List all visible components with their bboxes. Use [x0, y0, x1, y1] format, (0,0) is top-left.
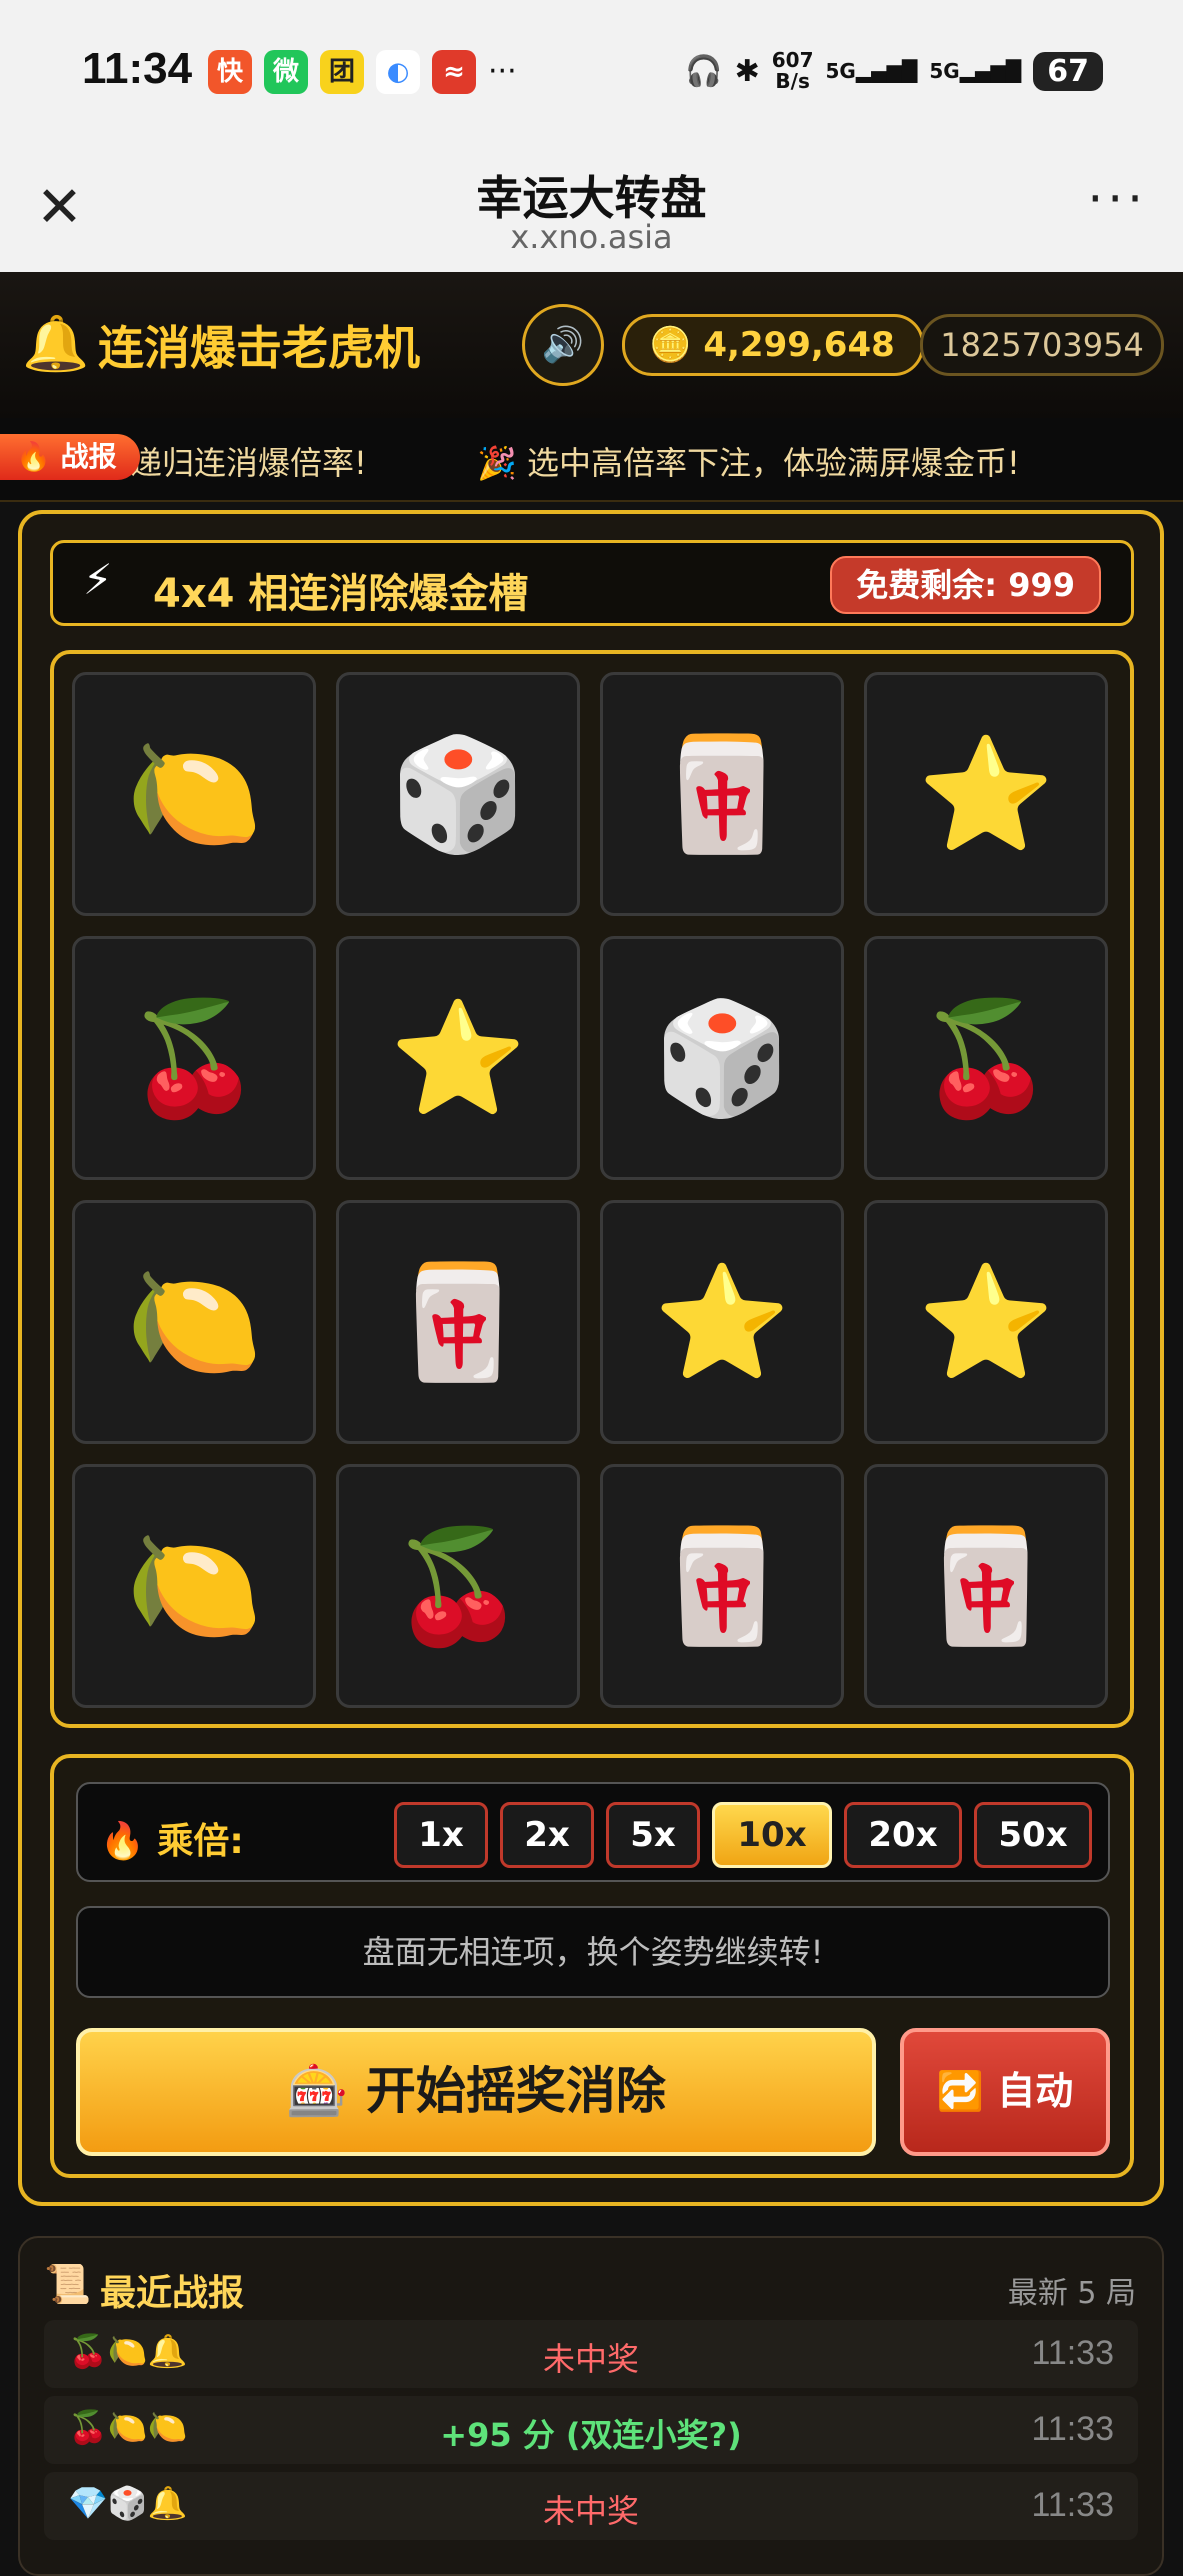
history-result: 未中奖	[542, 2492, 639, 2530]
app-name: 连消爆击老虎机	[98, 321, 420, 375]
slot-cell: 🀄	[600, 1464, 844, 1708]
history-count: 最新 5 局	[1007, 2276, 1136, 2311]
ticker-message: 🎉 选中高倍率下注，体验满屏爆金币!	[477, 444, 1020, 482]
browser-topbar: ✕ 幸运大转盘 x.xno.asia ···	[0, 150, 1183, 273]
history-time: 11:33	[1031, 2410, 1114, 2448]
slot-cell: 🍋	[72, 1464, 316, 1708]
bell-logo-icon: 🔔	[22, 312, 90, 375]
panel-title: 4x4 相连消除爆金槽	[153, 571, 529, 617]
slot-grid: 🍋 🎲 🀄 ⭐ 🍒 ⭐ 🎲 🍒 🍋 🀄 ⭐ ⭐ 🍋 🍒 🀄 🀄	[50, 650, 1134, 1728]
history-time: 11:33	[1031, 2334, 1114, 2372]
sound-toggle-button[interactable]: 🔊	[522, 304, 604, 386]
history-result: +95 分 (双连小奖?)	[440, 2416, 742, 2454]
auto-spin-button[interactable]: 🔁 自动	[900, 2028, 1110, 2156]
multiplier-label: 🔥 乘倍:	[100, 1821, 244, 1862]
panel-header: ⚡ 4x4 相连消除爆金槽 免费剩余: 999	[50, 540, 1134, 626]
app-icon-meituan: 团	[320, 50, 364, 94]
slot-cell: 🍋	[72, 672, 316, 916]
history-row: 💎🎲🔔 未中奖 11:33	[44, 2472, 1138, 2540]
speaker-icon: 🔊	[541, 325, 585, 365]
app-icon-pinwheel: ◐	[376, 50, 420, 94]
multiplier-options: 1x 2x 5x 10x 20x 50x	[394, 1802, 1092, 1868]
scroll-icon: 📜	[44, 2262, 92, 2306]
more-menu-icon[interactable]: ···	[1087, 170, 1147, 228]
history-row: 🍒🍋🔔 未中奖 11:33	[44, 2320, 1138, 2388]
slot-cell: 🍒	[864, 936, 1108, 1180]
multiplier-50x-button[interactable]: 50x	[974, 1802, 1092, 1868]
slot-cell: 🍒	[336, 1464, 580, 1708]
history-result: 未中奖	[542, 2340, 639, 2378]
history-row: 🍒🍋🍋 +95 分 (双连小奖?) 11:33	[44, 2396, 1138, 2464]
user-id-badge: 1825703954	[920, 314, 1164, 376]
slot-cell: 🎲	[600, 936, 844, 1180]
coin-balance: 🪙 4,299,648	[622, 314, 924, 376]
history-time: 11:33	[1031, 2486, 1114, 2524]
multiplier-bar: 🔥 乘倍: 1x 2x 5x 10x 20x 50x	[76, 1782, 1110, 1882]
news-ticker: 递归连消爆倍率! 🎉 选中高倍率下注，体验满屏爆金币! 🔥 战报	[0, 418, 1183, 502]
status-bar: 11:34 快 微 团 ◐ ≈ ··· 🎧 ✱ 607 B/s 5G▂▄▆█ 5…	[0, 0, 1183, 150]
controls-panel: 🔥 乘倍: 1x 2x 5x 10x 20x 50x 盘面无相连项，换个姿势继续…	[50, 1754, 1134, 2178]
slot-cell: 🀄	[336, 1200, 580, 1444]
multiplier-2x-button[interactable]: 2x	[500, 1802, 594, 1868]
multiplier-5x-button[interactable]: 5x	[606, 1802, 700, 1868]
slot-cell: 🍋	[72, 1200, 316, 1444]
slot-cell: ⭐	[600, 1200, 844, 1444]
headset-icon: 🎧	[685, 53, 723, 89]
slot-cell: 🀄	[600, 672, 844, 916]
battle-report-badge: 🔥 战报	[0, 434, 140, 480]
multiplier-1x-button[interactable]: 1x	[394, 1802, 488, 1868]
status-app-icons: 快 微 团 ◐ ≈ ···	[208, 50, 517, 94]
multiplier-10x-button[interactable]: 10x	[712, 1802, 832, 1868]
slot-cell: ⭐	[336, 936, 580, 1180]
slot-cell: 🀄	[864, 1464, 1108, 1708]
signal-1: 5G▂▄▆█	[825, 59, 918, 83]
slot-cell: ⭐	[864, 672, 1108, 916]
history-title: 最近战报	[100, 2273, 245, 2314]
start-spin-button[interactable]: 🎰 开始摇奖消除	[76, 2028, 876, 2156]
more-notifications-icon: ···	[488, 54, 517, 89]
bluetooth-icon: ✱	[734, 53, 760, 89]
lightning-icon: ⚡	[83, 555, 113, 604]
free-spins-badge: 免费剩余: 999	[830, 556, 1101, 614]
status-indicators: 🎧 ✱ 607 B/s 5G▂▄▆█ 5G▂▄▆█ 67	[685, 50, 1103, 92]
battery-icon: 67	[1033, 51, 1103, 91]
app-icon-wechat: 微	[264, 50, 308, 94]
page-url: x.xno.asia	[510, 218, 673, 256]
slot-cell: 🍒	[72, 936, 316, 1180]
coin-amount: 4,299,648	[703, 325, 895, 365]
ticker-message: 递归连消爆倍率!	[130, 444, 367, 482]
recent-history: 📜 最近战报 最新 5 局 🍒🍋🔔 未中奖 11:33 🍒🍋🍋 +95 分 (双…	[18, 2236, 1164, 2576]
network-speed: 607 B/s	[771, 48, 814, 93]
ticker-messages: 递归连消爆倍率! 🎉 选中高倍率下注，体验满屏爆金币!	[130, 438, 1120, 484]
signal-2: 5G▂▄▆█	[929, 59, 1022, 83]
slot-cell: ⭐	[864, 1200, 1108, 1444]
app-header: 🔔 连消爆击老虎机 🔊 🪙 4,299,648 1825703954	[0, 272, 1183, 420]
status-time: 11:34	[82, 44, 193, 93]
app-icon-stocks: ≈	[432, 50, 476, 94]
slot-panel: ⚡ 4x4 相连消除爆金槽 免费剩余: 999 🍋 🎲 🀄 ⭐ 🍒 ⭐ 🎲 🍒 …	[18, 510, 1164, 2206]
coin-icon: 🪙	[649, 325, 692, 365]
multiplier-20x-button[interactable]: 20x	[844, 1802, 962, 1868]
result-message: 盘面无相连项，换个姿势继续转!	[76, 1906, 1110, 1998]
slot-cell: 🎲	[336, 672, 580, 916]
app-icon-kuaishou: 快	[208, 50, 252, 94]
